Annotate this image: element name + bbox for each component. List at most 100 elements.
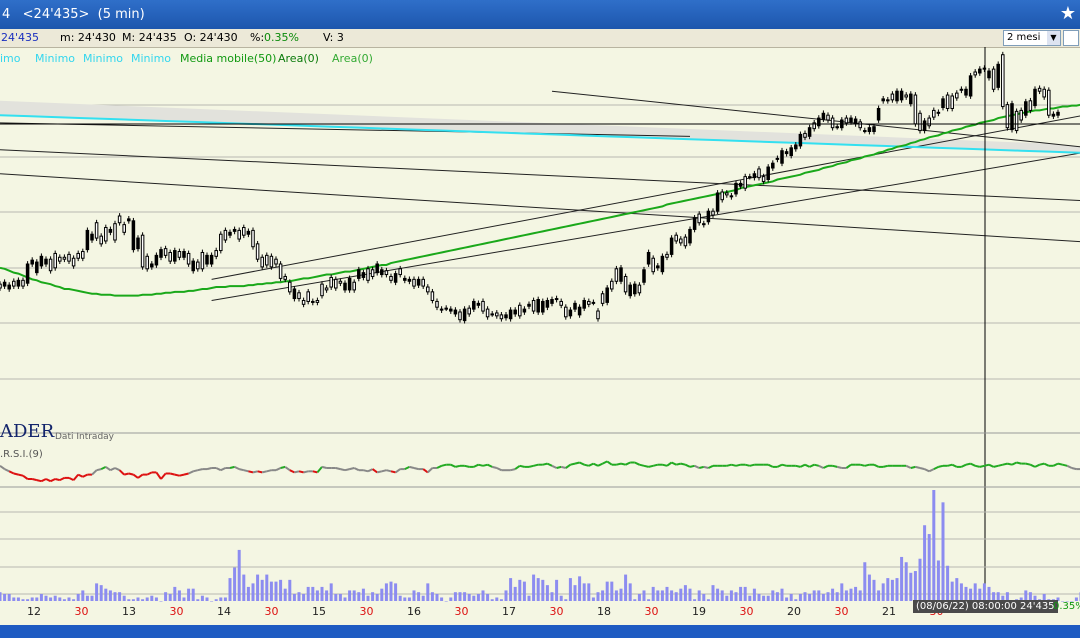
rsi-segment [533,463,539,467]
candle [568,307,573,319]
watermark-sub: Dati Intraday [55,432,114,442]
rsi-segment [910,465,916,469]
rsi-segment [799,463,806,468]
volume-bar [380,588,384,601]
candle [913,92,918,127]
rsi-segment [4,468,10,473]
candle [361,269,366,281]
candle [21,277,25,289]
volume-bar [559,595,563,601]
rsi-segment [781,463,787,467]
volume-bar [99,585,103,601]
rsi-segment [602,460,608,465]
candle [416,276,421,288]
rsi-segment [960,463,967,468]
candle [633,281,637,297]
watermark-brand: ADER [0,421,55,442]
volume-bar [85,595,89,601]
volume-bar [440,597,444,601]
volume-bar [941,502,945,601]
rsi-segment [155,471,162,480]
candle [669,235,674,258]
volume-bar [458,592,462,601]
volume-bar [3,593,7,601]
volume-bar [76,593,80,601]
rsi-segment [312,470,318,474]
rsi-segment [671,461,677,466]
rsi-segment [188,470,194,475]
rsi-segment [284,466,291,472]
x-tick-label: 30 [75,605,89,618]
rsi-segment [666,461,673,467]
volume-bar [522,581,526,601]
volume-bar [265,574,269,601]
volume-bar [582,583,586,601]
rsi-segment [726,463,732,467]
candle [67,251,71,264]
rsi-segment [13,472,19,476]
rsi-segment [367,468,374,473]
volume-bar [26,599,30,601]
volume-bar [803,592,807,601]
rsi-segment [744,463,751,467]
candle [536,296,540,315]
x-tick-label: 19 [692,605,706,618]
candle [186,250,191,267]
candle [278,261,283,282]
rsi-segment [321,465,327,469]
candle [94,219,99,241]
volume-bar [895,578,899,601]
rsi-segment [160,472,167,480]
candle [347,275,352,293]
volume-bar [831,588,835,601]
rsi-segment [68,476,75,482]
rsi-segment [556,465,562,469]
volume-bar [30,597,34,601]
rsi-segment [280,465,286,469]
rsi-segment [514,464,521,470]
volume-bar [706,599,710,601]
candle [462,306,467,324]
volume-bar [191,588,195,601]
candle [191,258,195,274]
candle [927,115,931,129]
volume-bar [762,595,766,601]
rsi-segment [455,464,461,468]
candle [375,261,379,276]
candle [932,107,936,120]
rsi-segment [22,474,29,480]
candle [343,280,347,293]
candle [16,277,21,289]
candle [393,270,398,286]
candle [136,235,140,252]
volume-bar [932,490,936,601]
x-axis-ticks: 1230133014301530163017301830193020302130 [27,605,944,618]
candle [237,227,241,242]
rsi-segment [473,463,479,468]
rsi-segment [947,463,953,467]
rsi-segment [845,463,852,469]
volume-bar [886,578,890,601]
candle [449,306,453,314]
rsi-segment [335,467,341,471]
x-tick-label: 18 [597,605,611,618]
volume-bar [251,583,255,601]
rsi-segment [1011,461,1018,466]
rsi-segment [648,464,654,468]
rsi-segment [749,463,755,467]
candle [444,305,448,312]
volume-bar [214,599,218,601]
rsi-segment [606,460,613,466]
volume-bar [398,595,402,601]
volume-bar [16,597,20,601]
volume-bar [435,593,439,601]
volume-bar [867,574,871,601]
price-chart[interactable]: 1230133014301530163017301830193020302130 [0,0,1080,638]
rsi-segment [118,469,125,476]
candle [173,247,177,264]
rsi-segment [413,467,419,471]
rsi-segment [234,465,240,471]
volume-bar [780,588,784,601]
candle [991,66,996,93]
candle [0,281,2,291]
